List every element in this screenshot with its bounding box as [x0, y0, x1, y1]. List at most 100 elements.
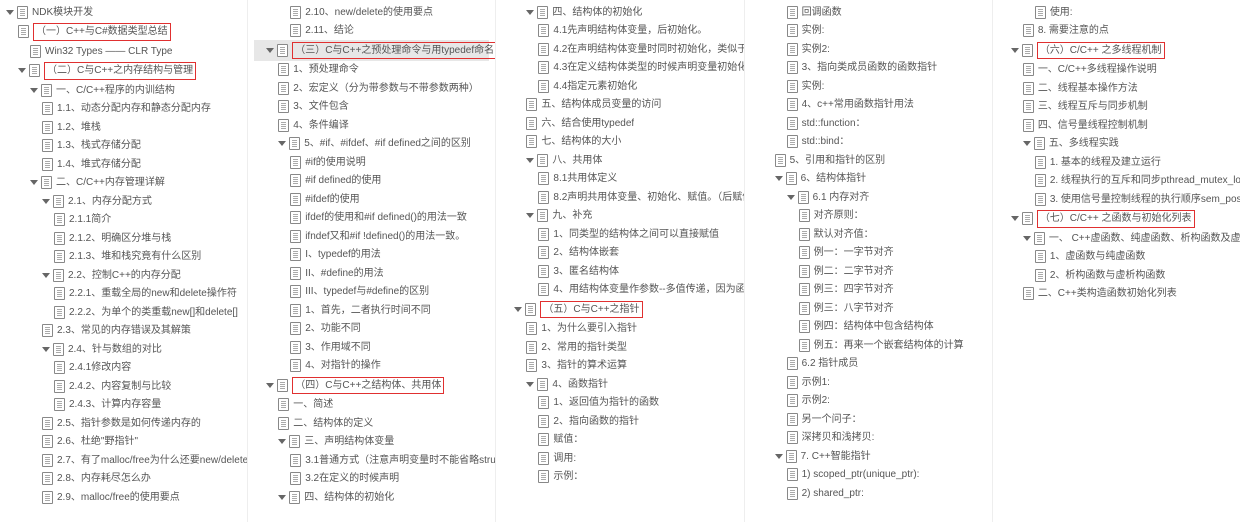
outline-item[interactable]: （四）C与C++之结构体、共用体 — [254, 375, 489, 396]
outline-item[interactable]: 2、宏定义（分为带参数与不带参数两种） — [254, 79, 489, 98]
outline-item[interactable]: 默认对齐值： — [751, 225, 986, 244]
expand-triangle-icon[interactable] — [526, 213, 534, 218]
expand-triangle-icon[interactable] — [1023, 141, 1031, 146]
expand-triangle-icon[interactable] — [526, 382, 534, 387]
outline-item[interactable]: 四、信号量线程控制机制 — [999, 116, 1234, 135]
outline-item[interactable]: 二、结构体的定义 — [254, 414, 489, 433]
expand-triangle-icon[interactable] — [526, 158, 534, 163]
outline-item[interactable]: 五、结构体成员变量的访问 — [502, 96, 737, 115]
outline-item[interactable]: 2.2.1、重载全局的new和delete操作符 — [6, 285, 241, 304]
outline-item[interactable]: 1、预处理命令 — [254, 61, 489, 80]
outline-item[interactable]: 8.2声明共用体变量、初始化、赋值。（后赋值的成员变量会覆盖前面赋值的成员的数据… — [502, 188, 737, 207]
outline-item[interactable]: （五）C与C++之指针 — [502, 299, 737, 320]
outline-item[interactable]: 2.11、结论 — [254, 22, 489, 41]
outline-item[interactable]: 2.5、指针参数是如何传递内存的 — [6, 414, 241, 433]
expand-triangle-icon[interactable] — [514, 307, 522, 312]
outline-item[interactable]: 三、线程互斥与同步机制 — [999, 98, 1234, 117]
outline-item[interactable]: 2.4.2、内容复制与比较 — [6, 377, 241, 396]
expand-triangle-icon[interactable] — [1023, 236, 1031, 241]
outline-item[interactable]: 2.7、有了malloc/free为什么还要new/delete — [6, 451, 241, 470]
outline-item[interactable]: 示例： — [502, 468, 737, 487]
outline-item[interactable]: 一、C/C++多线程操作说明 — [999, 61, 1234, 80]
outline-item[interactable]: 8.1共用体定义 — [502, 170, 737, 189]
outline-item[interactable]: 八、共用体 — [502, 151, 737, 170]
expand-triangle-icon[interactable] — [278, 495, 286, 500]
outline-item[interactable]: ifdef的使用和#if defined()的用法一致 — [254, 209, 489, 228]
expand-triangle-icon[interactable] — [526, 10, 534, 15]
outline-item[interactable]: 2、指向函数的指针 — [502, 412, 737, 431]
outline-item[interactable]: 赋值： — [502, 431, 737, 450]
outline-item[interactable]: 实例: — [751, 77, 986, 96]
expand-triangle-icon[interactable] — [18, 68, 26, 73]
outline-item[interactable]: 2.4.3、计算内存容量 — [6, 396, 241, 415]
outline-item[interactable]: （七）C/C++ 之函数与初始化列表 — [999, 209, 1234, 230]
outline-item[interactable]: 2.1.2、明确区分堆与栈 — [6, 229, 241, 248]
expand-triangle-icon[interactable] — [6, 10, 14, 15]
outline-item[interactable]: 实例2: — [751, 40, 986, 59]
outline-item[interactable]: 2) shared_ptr: — [751, 484, 986, 503]
outline-item[interactable]: 九、补充 — [502, 207, 737, 226]
outline-item[interactable]: 6.1 内存对齐 — [751, 188, 986, 207]
outline-item[interactable]: 二、C++类构造函数初始化列表 — [999, 285, 1234, 304]
outline-item[interactable]: 1. 基本的线程及建立运行 — [999, 153, 1234, 172]
outline-item[interactable]: 2、功能不同 — [254, 320, 489, 339]
outline-item[interactable]: 例五：再来一个嵌套结构体的计算 — [751, 336, 986, 355]
outline-item[interactable]: 8. 需要注意的点 — [999, 22, 1234, 41]
outline-item[interactable]: 六、结合使用typedef — [502, 114, 737, 133]
outline-item[interactable]: 例二：二字节对齐 — [751, 262, 986, 281]
outline-item[interactable]: 4、对指针的操作 — [254, 357, 489, 376]
expand-triangle-icon[interactable] — [278, 439, 286, 444]
outline-item[interactable]: 4、c++常用函数指针用法 — [751, 96, 986, 115]
outline-item[interactable]: 1、虚函数与纯虚函数 — [999, 248, 1234, 267]
outline-item[interactable]: 四、结构体的初始化 — [254, 488, 489, 507]
outline-item[interactable]: （一）C++与C#数据类型总结 — [6, 22, 241, 43]
outline-item[interactable]: 1) scoped_ptr(unique_ptr): — [751, 466, 986, 485]
outline-item[interactable]: 2.2、控制C++的内存分配 — [6, 266, 241, 285]
outline-item[interactable]: 二、线程基本操作方法 — [999, 79, 1234, 98]
outline-item[interactable]: #if defined的使用 — [254, 172, 489, 191]
outline-item[interactable]: 2.3、常见的内存错误及其解策 — [6, 322, 241, 341]
outline-item[interactable]: 例三：八字节对齐 — [751, 299, 986, 318]
outline-item[interactable]: 3. 使用信号量控制线程的执行顺序sem_post — [999, 190, 1234, 209]
outline-item[interactable]: 一、 C++虚函数、纯虚函数、析构函数及虚析构函数的用法总结 — [999, 229, 1234, 248]
outline-item[interactable]: 一、C/C++程序的内训结构 — [6, 81, 241, 100]
outline-item[interactable]: 1、返回值为指针的函数 — [502, 394, 737, 413]
outline-item[interactable]: II、#define的用法 — [254, 264, 489, 283]
outline-item[interactable]: 4、条件编译 — [254, 116, 489, 135]
outline-item[interactable]: 3.1普通方式（注意声明变量时不能省略struct关键字，C++可以省略） — [254, 451, 489, 470]
expand-triangle-icon[interactable] — [30, 88, 38, 93]
outline-item[interactable]: 调用: — [502, 449, 737, 468]
outline-item[interactable]: 2.2.2、为单个的类重载new[]和delete[] — [6, 303, 241, 322]
outline-item[interactable]: #if的使用说明 — [254, 153, 489, 172]
outline-item[interactable]: III、typedef与#define的区别 — [254, 283, 489, 302]
outline-item[interactable]: 2、常用的指针类型 — [502, 338, 737, 357]
outline-item[interactable]: 3、指针的算术运算 — [502, 357, 737, 376]
outline-item[interactable]: 示例1: — [751, 373, 986, 392]
outline-item[interactable]: 5、引用和指针的区别 — [751, 151, 986, 170]
outline-item[interactable]: 3、指向类成员函数的函数指针 — [751, 59, 986, 78]
outline-item[interactable]: 二、C/C++内存管理详解 — [6, 174, 241, 193]
expand-triangle-icon[interactable] — [1011, 216, 1019, 221]
outline-item[interactable]: 6、结构体指针 — [751, 170, 986, 189]
outline-item[interactable]: NDK模块开发 — [6, 3, 241, 22]
outline-item[interactable]: 四、结构体的初始化 — [502, 3, 737, 22]
expand-triangle-icon[interactable] — [30, 180, 38, 185]
outline-item[interactable]: 深拷贝和浅拷贝: — [751, 429, 986, 448]
outline-item[interactable]: 例四：结构体中包含结构体 — [751, 318, 986, 337]
outline-item[interactable]: 1、首先，二者执行时间不同 — [254, 301, 489, 320]
expand-triangle-icon[interactable] — [278, 141, 286, 146]
outline-item[interactable]: 1、同类型的结构体之间可以直接赋值 — [502, 225, 737, 244]
outline-item[interactable]: 2.1、内存分配方式 — [6, 192, 241, 211]
expand-triangle-icon[interactable] — [266, 48, 274, 53]
outline-item[interactable]: std::bind： — [751, 133, 986, 152]
outline-item[interactable]: 实例: — [751, 22, 986, 41]
outline-item[interactable]: 4.2在声明结构体变量时同时初始化，类似于数组初始化。 — [502, 40, 737, 59]
outline-item[interactable]: 4.4指定元素初始化 — [502, 77, 737, 96]
outline-item[interactable]: 2. 线程执行的互斥和同步pthread_mutex_lock — [999, 172, 1234, 191]
outline-item[interactable]: 示例2: — [751, 392, 986, 411]
outline-item[interactable]: 4.3在定义结构体类型的时候声明变量初始化。 — [502, 59, 737, 78]
expand-triangle-icon[interactable] — [42, 199, 50, 204]
outline-item[interactable]: 3.2在定义的时候声明 — [254, 470, 489, 489]
outline-item[interactable]: 2、结构体嵌套 — [502, 244, 737, 263]
expand-triangle-icon[interactable] — [1011, 48, 1019, 53]
